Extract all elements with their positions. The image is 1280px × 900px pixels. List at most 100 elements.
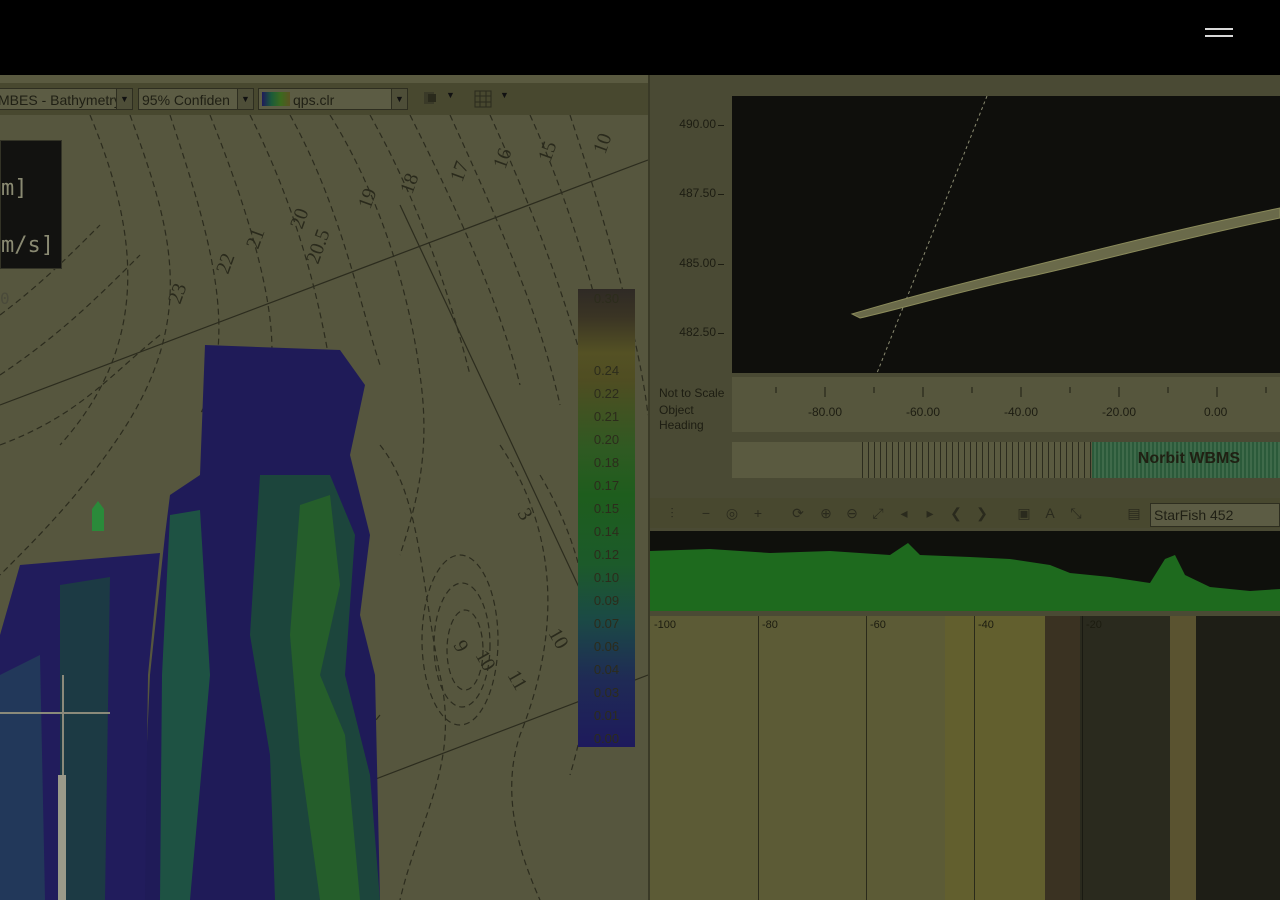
select-icon[interactable]: ▣: [1016, 505, 1032, 521]
svg-text:22: 22: [212, 250, 240, 276]
svg-text:11: 11: [503, 667, 532, 695]
legend-label: 0.07: [593, 616, 620, 631]
scale-note: Not to Scale: [659, 386, 725, 400]
legend-label: 0.00: [593, 731, 620, 746]
arrow-right-icon[interactable]: ❯: [974, 505, 990, 521]
legend-label: 0.03: [593, 685, 620, 700]
legend-label: 0.10: [593, 570, 620, 585]
x-axis-label: -80.00: [808, 405, 843, 419]
legend-label: 0.12: [593, 547, 620, 562]
legend-label: 0.17: [593, 478, 620, 493]
object-heading-label: Heading: [659, 418, 704, 432]
profile-view[interactable]: [732, 95, 1280, 374]
menu-icon[interactable]: [1205, 24, 1233, 40]
legend-label: 0.30: [593, 291, 620, 306]
legend-label: 0.18: [593, 455, 620, 470]
y-axis-label: 487.50: [679, 186, 716, 200]
svg-text:10: 10: [589, 130, 617, 156]
legend-label: 0.20: [593, 432, 620, 447]
dropdown-arrow-icon[interactable]: ▼: [391, 89, 407, 109]
measure-icon[interactable]: ⤡: [1068, 505, 1084, 521]
sonar-name: Norbit WBMS: [1137, 450, 1240, 467]
y-axis-label: 485.00: [679, 256, 716, 270]
grid-icon[interactable]: [474, 90, 492, 108]
legend-label: 0.24: [593, 363, 620, 378]
confidence-select[interactable]: 95% Confiden ▼: [138, 88, 254, 110]
amplitude-trace: [650, 531, 1280, 611]
range-tick: -80: [762, 619, 778, 631]
color-file-select[interactable]: qps.clr ▼: [258, 88, 408, 110]
color-file-select-value: qps.clr: [293, 92, 335, 108]
sidescan-device-value: StarFish 452: [1154, 507, 1234, 523]
zoom-out-icon[interactable]: −: [698, 505, 714, 521]
svg-text:20.5: 20.5: [302, 226, 335, 266]
x-axis-label: 0.00: [1204, 405, 1228, 419]
y-axis-label: 482.50: [679, 325, 716, 339]
step-forward-icon[interactable]: ▸: [922, 505, 938, 521]
svg-text:10: 10: [544, 625, 573, 653]
y-tick: [718, 194, 724, 195]
readout-depth-unit: m]: [1, 176, 28, 201]
y-tick: [718, 125, 724, 126]
sidescan-waterfall[interactable]: -100 -80 -60 -40 -20: [650, 616, 1280, 900]
bathymetry-map[interactable]: 23 22 21 20 20.5 19 18 17 16 15 10 3 9 1…: [0, 115, 648, 900]
pan-icon[interactable]: +: [750, 505, 766, 521]
legend-label: 0.09: [593, 593, 620, 608]
legend-label: 0.15: [593, 501, 620, 516]
readout-overlay: m] m/s]: [0, 140, 62, 269]
legend-label: 0.22: [593, 386, 620, 401]
zoom-out-icon[interactable]: ⊖: [844, 505, 860, 521]
surface-select-value: MBES - Bathymetry: [0, 92, 121, 108]
legend-label: 0.21: [593, 409, 620, 424]
legend-label: 0.04: [593, 662, 620, 677]
device-icon[interactable]: ▤: [1126, 505, 1142, 521]
legend-label: 0.14: [593, 524, 620, 539]
svg-text:16: 16: [489, 145, 517, 171]
range-tick: -60: [870, 619, 886, 631]
settings-icon[interactable]: ⫶: [664, 505, 680, 521]
svg-text:21: 21: [242, 225, 270, 251]
step-back-icon[interactable]: ◂: [896, 505, 912, 521]
y-axis-label: 490.00: [679, 117, 716, 131]
refresh-icon[interactable]: ⟳: [790, 505, 806, 521]
svg-text:17: 17: [446, 158, 474, 184]
sensor-panel: 490.00 487.50 485.00 482.50 Not to Scale…: [650, 75, 1280, 900]
svg-text:15: 15: [534, 138, 562, 164]
x-axis-label: -20.00: [1102, 405, 1137, 419]
readout-speed-unit: m/s]: [1, 233, 54, 258]
confidence-select-value: 95% Confiden: [142, 92, 230, 108]
color-legend: 0.30 0.24 0.22 0.21 0.20 0.18 0.17 0.15 …: [578, 289, 635, 747]
svg-text:18: 18: [396, 170, 424, 196]
svg-text:19: 19: [354, 185, 382, 211]
x-axis-label: -60.00: [906, 405, 941, 419]
dropdown-arrow-icon[interactable]: ▼: [446, 90, 455, 100]
color-swatch-icon: [262, 92, 290, 106]
svg-text:9: 9: [449, 637, 473, 657]
vessel-icon[interactable]: [90, 501, 106, 533]
svg-text:3: 3: [513, 505, 537, 525]
fit-icon[interactable]: ⤢: [870, 505, 886, 521]
arrow-left-icon[interactable]: ❮: [948, 505, 964, 521]
surface-select[interactable]: MBES - Bathymetry ▼: [0, 88, 133, 110]
text-icon[interactable]: A: [1042, 505, 1058, 521]
top-bar: [0, 0, 1280, 75]
sonar-status-bar: Norbit WBMS: [732, 442, 1280, 478]
sidescan-device-select[interactable]: StarFish 452: [1150, 503, 1280, 527]
zoom-in-icon[interactable]: ⊕: [818, 505, 834, 521]
object-heading-label: Object: [659, 403, 694, 417]
target-icon[interactable]: ◎: [724, 505, 740, 521]
dropdown-arrow-icon[interactable]: ▼: [116, 89, 132, 109]
map-panel: MBES - Bathymetry ▼ 95% Confiden ▼ qps.c…: [0, 75, 648, 900]
readout-value: 0: [0, 289, 10, 308]
svg-text:23: 23: [164, 280, 192, 306]
range-tick: -20: [1086, 619, 1102, 631]
amplitude-plot: [650, 543, 1280, 611]
range-tick: -40: [978, 619, 994, 631]
legend-label: 0.06: [593, 639, 620, 654]
dropdown-arrow-icon[interactable]: ▼: [237, 89, 253, 109]
y-tick: [718, 333, 724, 334]
profile-plot: [850, 95, 1280, 374]
layers-icon[interactable]: [422, 90, 438, 106]
dropdown-arrow-icon[interactable]: ▼: [500, 90, 509, 100]
software-screenshot: MBES - Bathymetry ▼ 95% Confiden ▼ qps.c…: [0, 75, 1280, 900]
